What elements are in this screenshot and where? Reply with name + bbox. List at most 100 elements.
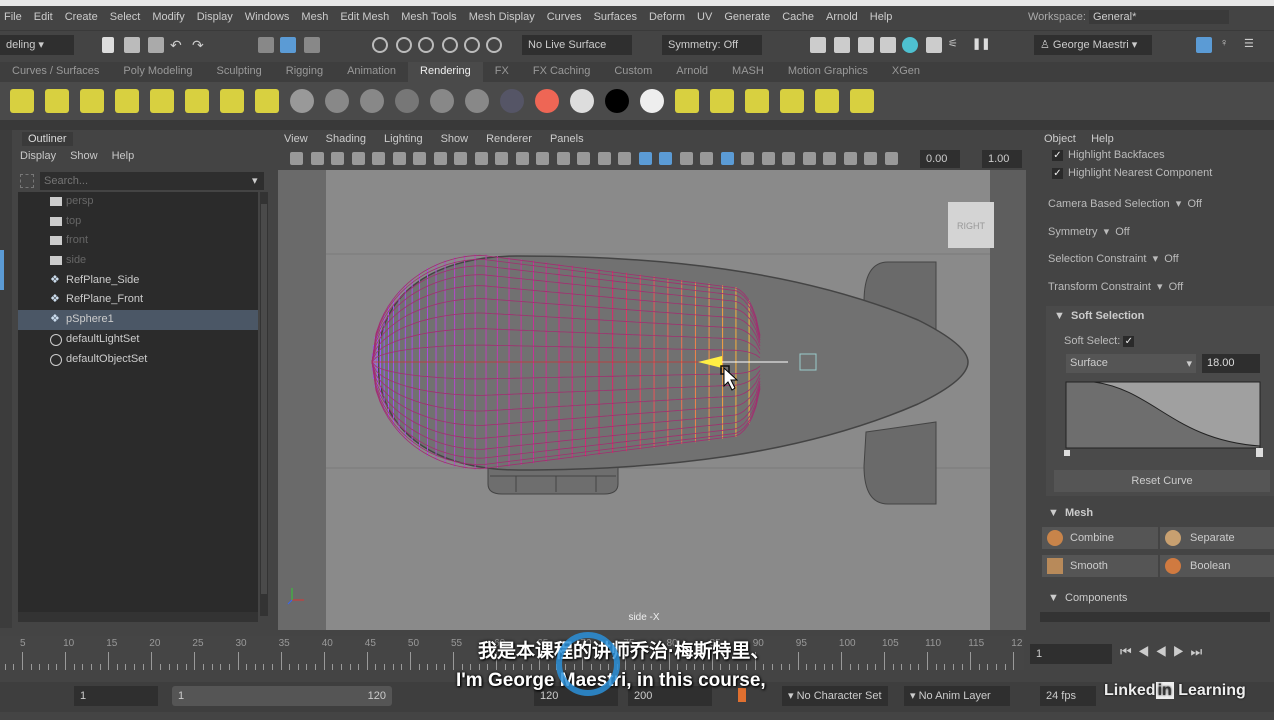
menu-display[interactable]: Display xyxy=(193,11,241,23)
tab-fx-caching[interactable]: FX Caching xyxy=(521,62,602,82)
white-sphere-icon[interactable] xyxy=(570,89,594,113)
show-batch-icon[interactable] xyxy=(780,89,804,113)
viewport-menu-shading[interactable]: Shading xyxy=(326,133,366,145)
menu-uv[interactable]: UV xyxy=(693,11,720,23)
save-scene-icon[interactable] xyxy=(148,37,164,53)
outliner-item[interactable]: ❖ RefPlane_Front xyxy=(18,290,258,310)
character-set-dropdown[interactable]: ▾ No Character Set xyxy=(782,686,888,706)
option-transform-constraint[interactable]: Transform Constraint ▾ Off xyxy=(1048,280,1183,293)
viewport-tool-icon[interactable] xyxy=(392,152,406,165)
viewport-tool-icon[interactable] xyxy=(843,152,857,165)
ramp-shader-icon[interactable] xyxy=(500,89,524,113)
pause-viewport-icon[interactable]: ❚❚ xyxy=(972,37,990,53)
outliner-item[interactable]: top xyxy=(18,212,258,232)
hypershade-icon[interactable] xyxy=(902,37,918,53)
select-object-icon[interactable] xyxy=(280,37,296,53)
symmetry-dropdown[interactable]: Symmetry: Off xyxy=(662,35,762,55)
search-dropdown-icon[interactable]: ▾ xyxy=(252,174,258,187)
menu-mesh[interactable]: Mesh xyxy=(297,11,336,23)
menu-mesh-display[interactable]: Mesh Display xyxy=(465,11,543,23)
menu-create[interactable]: Create xyxy=(61,11,106,23)
heat-map-icon[interactable] xyxy=(535,89,559,113)
viewport-tool-icon[interactable] xyxy=(782,152,795,165)
viewport-tool-icon[interactable] xyxy=(556,152,570,165)
outliner-item[interactable]: defaultObjectSet xyxy=(18,350,258,370)
viewport-tool-icon[interactable] xyxy=(700,152,713,165)
mesh-section-header[interactable]: ▼ Mesh xyxy=(1048,507,1093,519)
viewport-tool-icon[interactable] xyxy=(720,152,734,165)
undo-icon[interactable]: ↶ xyxy=(170,37,186,53)
new-scene-icon[interactable] xyxy=(102,37,114,53)
redo-icon[interactable]: ↷ xyxy=(192,37,208,53)
outliner-vertical-scrollbar[interactable] xyxy=(260,192,268,616)
menu-object[interactable]: Object xyxy=(1044,133,1076,145)
boolean-button[interactable]: Boolean xyxy=(1160,555,1274,577)
highlight-backfaces-checkbox[interactable]: ✓ Highlight Backfaces xyxy=(1052,149,1165,161)
menu-generate[interactable]: Generate xyxy=(720,11,778,23)
camera-icon[interactable] xyxy=(220,89,244,113)
black-sphere-icon[interactable] xyxy=(605,89,629,113)
viewport-tool-icon[interactable] xyxy=(372,152,385,165)
separate-button[interactable]: Separate xyxy=(1160,527,1274,549)
viewport-tool-icon[interactable] xyxy=(433,152,447,165)
render-frame-icon[interactable] xyxy=(834,37,850,53)
outliner-item[interactable]: ❖ pSphere1 xyxy=(18,310,258,330)
viewport-tool-icon[interactable] xyxy=(802,152,816,165)
viewport-tool-icon[interactable] xyxy=(515,152,529,165)
outliner-menu-display[interactable]: Display xyxy=(20,150,56,162)
menu-deform[interactable]: Deform xyxy=(645,11,693,23)
outliner-search-input[interactable] xyxy=(40,172,264,190)
falloff-curve-graph[interactable] xyxy=(1064,380,1264,460)
snap-grid-icon[interactable] xyxy=(372,37,388,53)
tab-rigging[interactable]: Rigging xyxy=(274,62,335,82)
snap-surface-icon[interactable] xyxy=(464,37,480,53)
blinn-icon[interactable] xyxy=(290,89,314,113)
tab-curves-surfaces[interactable]: Curves / Surfaces xyxy=(0,62,111,82)
anim-layer-dropdown[interactable]: ▾ No Anim Layer xyxy=(904,686,1010,706)
point-light-icon[interactable] xyxy=(80,89,104,113)
open-scene-icon[interactable] xyxy=(124,37,140,53)
viewport-canvas[interactable]: RIGHT side -X xyxy=(278,170,1026,630)
viewport-menu-renderer[interactable]: Renderer xyxy=(486,133,532,145)
viewport-tool-icon[interactable] xyxy=(638,152,652,165)
workspace-selector[interactable]: Workspace: General* xyxy=(1028,10,1229,24)
reset-curve-button[interactable]: Reset Curve xyxy=(1054,470,1270,492)
cancel-batch-icon[interactable] xyxy=(745,89,769,113)
snap-curve-icon[interactable] xyxy=(396,37,412,53)
outliner-menu-show[interactable]: Show xyxy=(70,150,98,162)
outliner-horizontal-scrollbar[interactable] xyxy=(18,612,258,622)
tab-poly-modeling[interactable]: Poly Modeling xyxy=(111,62,204,82)
menu-edit[interactable]: Edit xyxy=(30,11,61,23)
menu-help[interactable]: Help xyxy=(866,11,901,23)
menu-select[interactable]: Select xyxy=(106,11,149,23)
menu-arnold[interactable]: Arnold xyxy=(822,11,866,23)
menu-set-dropdown[interactable]: deling ▾ xyxy=(0,35,74,55)
tab-xgen[interactable]: XGen xyxy=(880,62,932,82)
fps-dropdown[interactable]: 24 fps xyxy=(1040,686,1096,706)
viewport-tool-icon[interactable] xyxy=(495,152,508,165)
viewport-tool-icon[interactable] xyxy=(536,152,549,165)
viewport-menu-show[interactable]: Show xyxy=(441,133,469,145)
menu-mesh-tools[interactable]: Mesh Tools xyxy=(397,11,464,23)
viewport-menu-panels[interactable]: Panels xyxy=(550,133,584,145)
option-selection-constraint[interactable]: Selection Constraint ▾ Off xyxy=(1048,252,1179,265)
modeling-toolkit-toggle-icon[interactable] xyxy=(1196,37,1212,53)
select-hierarchy-icon[interactable] xyxy=(258,37,274,53)
snap-point-icon[interactable] xyxy=(418,37,434,53)
lambert-icon[interactable] xyxy=(325,89,349,113)
gamma-field[interactable]: 1.00 xyxy=(982,150,1022,168)
side-view-scene[interactable]: RIGHT side -X xyxy=(278,170,1026,630)
viewport-tool-icon[interactable] xyxy=(679,152,693,165)
tab-animation[interactable]: Animation xyxy=(335,62,408,82)
viewport-tool-icon[interactable] xyxy=(454,152,467,165)
live-surface-field[interactable]: No Live Surface xyxy=(522,35,632,55)
layered-shader-icon[interactable] xyxy=(465,89,489,113)
viewport-menu-lighting[interactable]: Lighting xyxy=(384,133,423,145)
snap-view-plane-icon[interactable] xyxy=(442,37,458,53)
falloff-mode-dropdown[interactable]: Surface ▾ xyxy=(1066,354,1196,373)
spot-light-icon[interactable] xyxy=(115,89,139,113)
exposure-field[interactable]: 0.00 xyxy=(920,150,960,168)
menu-surfaces[interactable]: Surfaces xyxy=(590,11,645,23)
render-layer-icon[interactable] xyxy=(255,89,279,113)
render-setup-icon[interactable] xyxy=(926,37,942,53)
